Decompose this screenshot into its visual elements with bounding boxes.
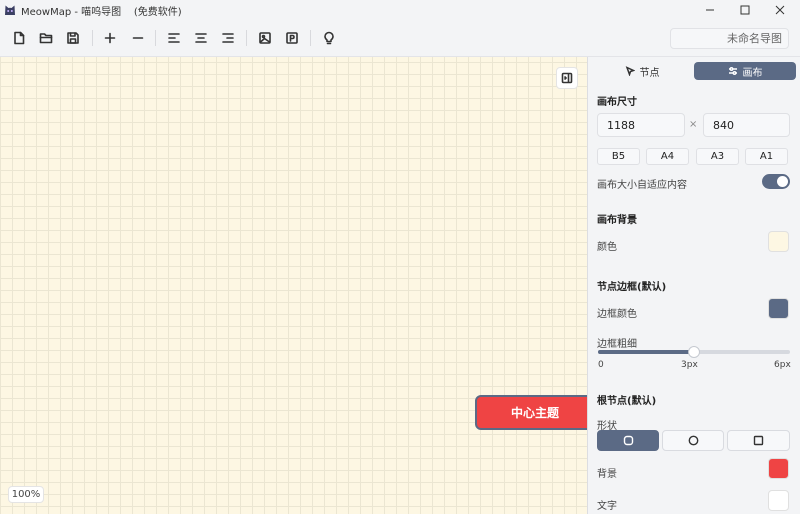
new-file-icon [14,31,25,45]
root-text-label: 文字 [597,501,617,512]
insert-note-button[interactable] [282,28,302,48]
save-icon [67,32,79,44]
align-left-icon [168,33,180,43]
align-right-button[interactable] [218,28,238,48]
panel-toggle-button[interactable] [556,67,578,89]
circle-icon [688,435,698,446]
node-border-title: 节点边框(默认) [597,282,667,293]
tab-canvas-label: 画布 [742,67,763,79]
border-width-label: 边框粗细 [597,339,637,350]
sliders-icon [728,67,737,75]
root-text-color-swatch[interactable] [768,490,789,511]
toolbar-divider [310,30,311,46]
slider-thumb[interactable] [688,346,700,358]
open-folder-icon [39,33,53,44]
cursor-icon [625,66,635,76]
idea-button[interactable] [319,28,339,48]
close-button[interactable] [762,0,798,20]
canvas-bg-color-label: 颜色 [597,242,617,253]
toolbar-divider [246,30,247,46]
maximize-button[interactable] [727,0,763,20]
insert-image-icon [259,32,271,44]
root-node[interactable]: 中心主题 [475,395,587,430]
preset-a4-button[interactable]: A4 [646,148,689,165]
add-node-icon [104,32,116,44]
properties-panel: 节点 画布 画布尺寸 1188 × 840 B5 A4 A3 A1 画布大小自适… [589,57,800,514]
remove-node-icon [132,37,144,39]
root-bg-color-swatch[interactable] [768,458,789,479]
toolbar-divider [92,30,93,46]
window-title: MeowMap - 喵呜导图 (免费软件) [21,6,182,18]
preset-a1-button[interactable]: A1 [745,148,788,165]
align-center-icon [195,33,207,43]
minimize-button[interactable] [692,0,728,20]
new-file-button[interactable] [9,28,29,48]
slider-min-label: 0 [598,360,604,370]
align-left-button[interactable] [164,28,184,48]
shape-circle-button[interactable] [662,430,724,451]
app-logo-icon [5,5,15,15]
mindmap-canvas[interactable]: 中心主题 100% [0,57,588,514]
remove-node-button[interactable] [128,28,148,48]
canvas-width-input[interactable]: 1188 [597,113,685,137]
slider-value-label: 3px [681,360,698,370]
border-width-slider[interactable] [598,346,790,358]
canvas-bg-title: 画布背景 [597,215,637,226]
save-button[interactable] [63,28,83,48]
slider-max-label: 6px [774,360,791,370]
add-node-button[interactable] [100,28,120,48]
align-center-button[interactable] [191,28,211,48]
close-icon [775,5,785,15]
canvas-size-title: 画布尺寸 [597,97,637,108]
shape-square-button[interactable] [727,430,790,451]
toggle-knob [777,176,788,187]
insert-note-icon [286,32,298,44]
times-sign: × [689,119,698,130]
open-file-button[interactable] [36,28,56,48]
shape-rounded-button[interactable] [597,430,659,451]
tab-nodes-label: 节点 [639,67,660,79]
title-bar: MeowMap - 喵呜导图 (免费软件) [0,0,800,20]
rounded-rect-icon [623,435,633,446]
border-color-swatch[interactable] [768,298,789,319]
idea-bulb-icon [324,31,334,45]
root-bg-label: 背景 [597,469,617,480]
maximize-icon [740,5,750,15]
toolbar [0,20,800,57]
preset-a3-button[interactable]: A3 [696,148,739,165]
sidebar-collapse-icon [561,72,573,84]
canvas-height-input[interactable]: 840 [703,113,790,137]
align-right-icon [222,33,234,43]
minimize-icon [706,9,714,11]
slider-fill [598,350,694,354]
zoom-level[interactable]: 100% [8,486,44,503]
mindmap-name-input[interactable] [670,28,789,49]
auto-fit-toggle[interactable] [762,174,790,189]
preset-b5-button[interactable]: B5 [597,148,640,165]
tab-canvas[interactable]: 画布 [694,62,796,80]
root-node-title: 根节点(默认) [597,396,657,407]
insert-image-button[interactable] [255,28,275,48]
tab-nodes[interactable]: 节点 [599,62,685,80]
toolbar-divider [155,30,156,46]
auto-fit-label: 画布大小自适应内容 [597,180,687,191]
border-color-label: 边框颜色 [597,309,637,320]
canvas-bg-color-swatch[interactable] [768,231,789,252]
square-icon [753,435,764,446]
